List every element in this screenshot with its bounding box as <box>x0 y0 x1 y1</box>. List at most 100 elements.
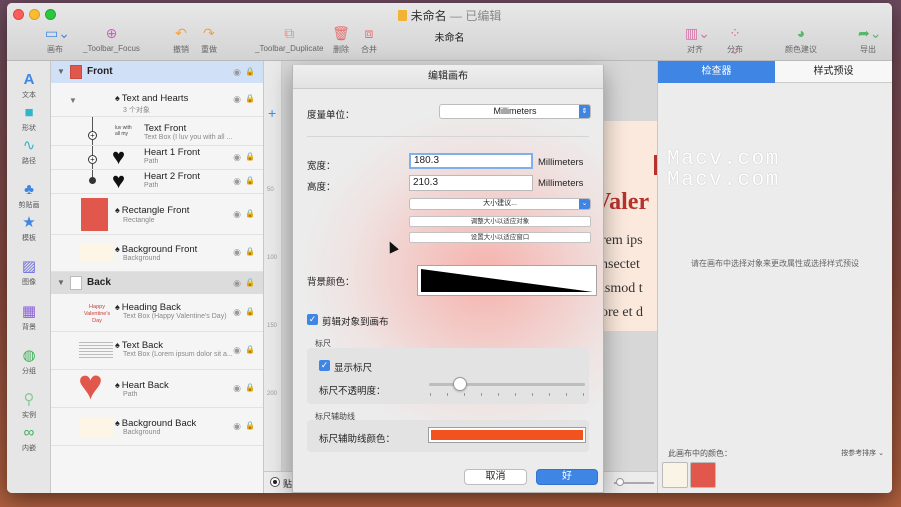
lock-icon[interactable]: 🔒 <box>245 383 255 392</box>
focus-icon: ⊕ <box>105 25 118 41</box>
zoom-slider-knob[interactable] <box>616 478 624 486</box>
background-object-icon: ♠ <box>115 418 120 428</box>
width-label: 宽度： <box>307 161 336 172</box>
slider-tick <box>515 393 516 396</box>
group-thumbnail <box>70 65 82 79</box>
layer-heading-back[interactable]: Happy Valentine's Day ♠ Heading Back Text… <box>51 294 263 332</box>
distribute-button[interactable]: ⁘⌄ 分布 <box>725 25 745 57</box>
shape-object-icon: ♠ <box>115 205 120 215</box>
rail-path[interactable]: ∿ 路径 <box>7 137 51 166</box>
layer-heart-back[interactable]: ♥ ♠ Heart Back Path ◉ 🔒 <box>51 364 263 408</box>
rail-image[interactable]: ▨ 图像 <box>7 258 51 287</box>
layer-heart-1-front[interactable]: ♥ Heart 1 Front Path ◉ 🔒 <box>51 146 263 170</box>
fit-to-window-button[interactable]: 设置大小以适应窗口 <box>409 232 591 243</box>
rail-embed[interactable]: ∞ 内嵌 <box>7 424 51 453</box>
path-object-icon: ♠ <box>115 380 120 390</box>
visibility-eye-icon[interactable]: ◉ <box>233 421 241 432</box>
lock-icon[interactable]: 🔒 <box>245 247 255 256</box>
rail-instance[interactable]: ⚲ 实例 <box>7 391 51 420</box>
layer-background-back[interactable]: ♠ Background Back Background ◉ 🔒 <box>51 408 263 446</box>
lock-icon[interactable]: 🔒 <box>245 152 255 161</box>
heart-thumbnail-icon: ♥ <box>112 168 126 193</box>
tab-inspector[interactable]: 检查器 <box>658 61 775 83</box>
merge-button[interactable]: ⧈ 合并 <box>359 25 379 55</box>
slider-tick <box>566 393 567 396</box>
width-field[interactable]: 180.3 <box>409 153 533 169</box>
color-swatch-cream[interactable] <box>662 462 688 488</box>
background-thumbnail <box>79 243 114 262</box>
visibility-eye-icon[interactable]: ◉ <box>233 247 241 258</box>
lock-icon[interactable]: 🔒 <box>245 209 255 218</box>
visibility-eye-icon[interactable]: ◉ <box>233 94 241 105</box>
disclosure-triangle-icon[interactable]: ▼ <box>57 272 65 294</box>
rail-clipart[interactable]: ♣ 剪贴画 <box>7 181 51 210</box>
redo-button[interactable]: ↷ 重做 <box>199 25 219 55</box>
unit-popup[interactable]: Millimeters ⇕ <box>439 104 591 119</box>
heart-thumbnail-icon: ♥ <box>112 144 126 169</box>
width-unit: Millimeters <box>538 157 584 168</box>
lock-icon[interactable]: 🔒 <box>245 421 255 430</box>
disclosure-triangle-icon[interactable]: ▼ <box>57 61 65 83</box>
clip-objects-checkbox[interactable]: ✓ <box>307 314 318 325</box>
lock-icon[interactable]: 🔒 <box>245 61 255 83</box>
height-field[interactable]: 210.3 <box>409 175 533 191</box>
rail-shape[interactable]: ■ 形状 <box>7 104 51 133</box>
canvas-radio-button[interactable] <box>270 477 280 487</box>
visibility-eye-icon[interactable]: ◉ <box>233 152 241 163</box>
duplicate-button[interactable]: ⧉ _Toolbar_Duplicate <box>255 25 324 53</box>
undo-button[interactable]: ↶ 撤销 <box>171 25 191 55</box>
size-suggest-popup[interactable]: 大小建议... ⌄ <box>409 198 591 210</box>
lock-icon[interactable]: 🔒 <box>245 176 255 185</box>
heading-thumbnail: Happy Valentine's Day <box>83 304 111 324</box>
layer-background-front[interactable]: ♠ Background Front Background ◉ 🔒 <box>51 235 263 272</box>
visibility-eye-icon[interactable]: ◉ <box>233 61 241 83</box>
rectangle-thumbnail <box>81 198 108 231</box>
delete-button[interactable]: 🗑 删除 <box>331 25 351 55</box>
background-object-icon: ♠ <box>115 244 120 254</box>
add-guide-icon[interactable]: + <box>268 105 276 121</box>
text-object-icon: ♠ <box>115 340 120 350</box>
rail-text[interactable]: A 文本 <box>7 71 51 100</box>
disclosure-triangle-icon[interactable]: ▼ <box>69 96 77 105</box>
visibility-eye-icon[interactable]: ◉ <box>233 345 241 356</box>
lock-icon[interactable]: 🔒 <box>245 272 255 294</box>
layer-heart-2-front[interactable]: ♥ Heart 2 Front Path ◉ 🔒 <box>51 170 263 194</box>
background-color-well[interactable] <box>417 265 597 296</box>
show-ruler-checkbox[interactable]: ✓ <box>319 360 330 371</box>
layer-group-back[interactable]: ▼ Back ◉ 🔒 <box>51 272 263 294</box>
rail-background[interactable]: ▦ 背景 <box>7 303 51 332</box>
rail-group[interactable]: ◍ 分组 <box>7 347 51 376</box>
align-button[interactable]: ▥⌄ 对齐 <box>685 25 710 55</box>
color-suggest-button[interactable]: ◕ 颜色建议 <box>785 25 817 55</box>
tab-style-presets[interactable]: 样式预设 <box>775 61 892 83</box>
layer-text-front[interactable]: luv with all my Text Front Text Box (I l… <box>51 122 263 146</box>
palette-icon: ◕ <box>796 25 806 41</box>
visibility-eye-icon[interactable]: ◉ <box>233 209 241 220</box>
trash-icon: 🗑 <box>332 25 350 41</box>
vertical-ruler: + 50 100 150 200 <box>264 61 282 471</box>
layer-rectangle-front[interactable]: ♠ Rectangle Front Rectangle ◉ 🔒 <box>51 195 263 235</box>
rail-template[interactable]: ★ 模板 <box>7 214 51 243</box>
color-swatch-red[interactable] <box>690 462 716 488</box>
cancel-button[interactable]: 取消 <box>464 469 527 485</box>
export-button[interactable]: ➦⌄ 导出 <box>858 25 881 55</box>
guides-color-well[interactable] <box>428 427 586 443</box>
visibility-eye-icon[interactable]: ◉ <box>233 307 241 318</box>
visibility-eye-icon[interactable]: ◉ <box>233 272 241 294</box>
lock-icon[interactable]: 🔒 <box>245 345 255 354</box>
lock-icon[interactable]: 🔒 <box>245 307 255 316</box>
inspector-tabs: 检查器 样式预设 <box>658 61 892 83</box>
instance-icon: ⚲ <box>23 391 35 408</box>
layer-text-and-hearts[interactable]: ▼ ♠ Text and Hearts 3 个对象 ◉ 🔒 <box>51 83 263 117</box>
clipart-icon: ♣ <box>24 181 34 198</box>
focus-toolbar-button[interactable]: ⊕ _Toolbar_Focus <box>83 25 140 53</box>
visibility-eye-icon[interactable]: ◉ <box>233 383 241 394</box>
canvas-toolbar-button[interactable]: ▭⌄ 画布 <box>45 25 70 55</box>
sort-by-reference-dropdown[interactable]: 按参考排序 ⌄ <box>841 448 884 458</box>
visibility-eye-icon[interactable]: ◉ <box>233 176 241 187</box>
layer-group-front[interactable]: ▼ Front ◉ 🔒 <box>51 61 263 83</box>
ok-button[interactable]: 好 <box>536 469 598 485</box>
fit-to-objects-button[interactable]: 调整大小以适应对象 <box>409 216 591 227</box>
chevron-down-icon: ⌄ <box>579 199 590 209</box>
lock-icon[interactable]: 🔒 <box>245 94 255 103</box>
